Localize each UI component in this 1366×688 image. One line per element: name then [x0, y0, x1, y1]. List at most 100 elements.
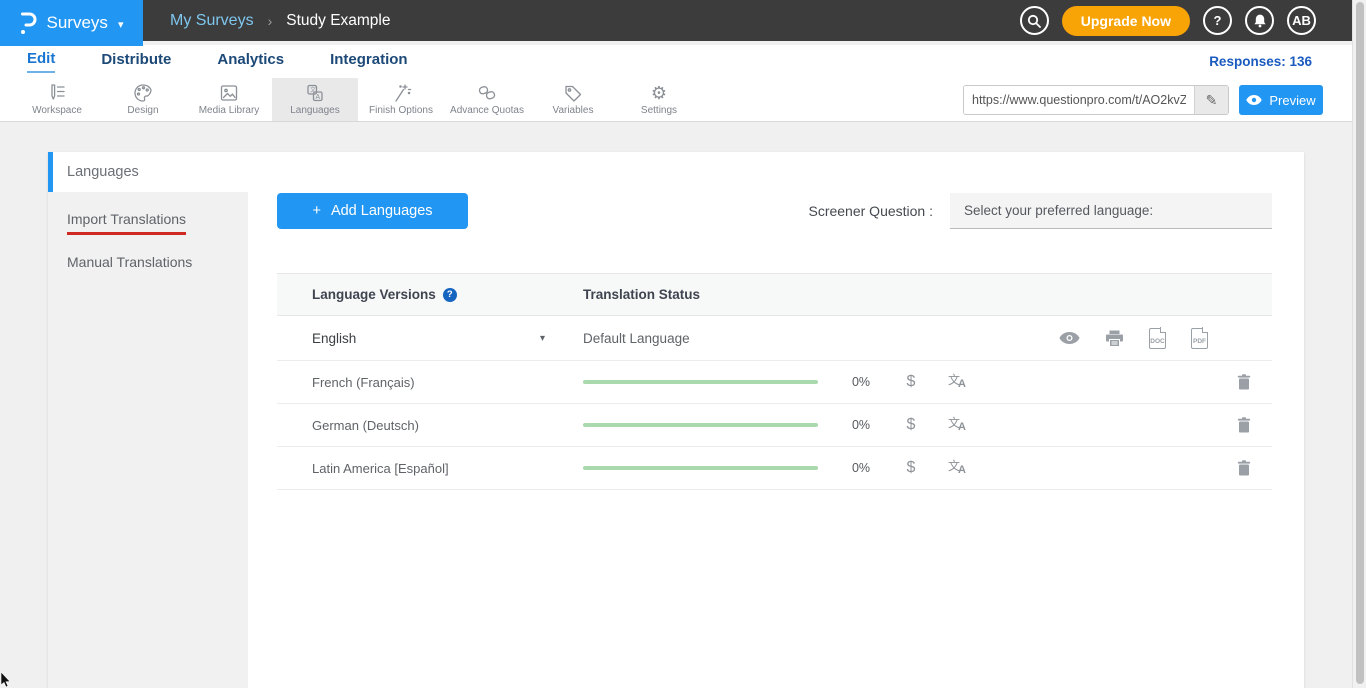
doc-file-icon: DOC	[1149, 328, 1166, 349]
language-name: French (Français)	[277, 375, 583, 390]
toolbar-item-workspace[interactable]: Workspace	[14, 78, 100, 121]
pencil-icon: ✎	[1206, 92, 1218, 108]
pdf-file-icon: PDF	[1191, 328, 1208, 349]
paid-translation-button[interactable]: $	[889, 373, 933, 391]
app-header: My Surveys › Study Example Upgrade Now ?…	[0, 0, 1352, 41]
tab-distribute[interactable]: Distribute	[101, 51, 171, 72]
table-header: Language Versions ? Translation Status	[277, 273, 1272, 316]
search-icon	[1027, 14, 1041, 28]
tab-analytics[interactable]: Analytics	[217, 51, 284, 72]
breadcrumb-separator-icon: ›	[268, 13, 273, 29]
delete-language-button[interactable]	[1237, 417, 1251, 433]
language-name: German (Deutsch)	[277, 418, 583, 433]
image-icon	[218, 83, 240, 103]
table-row-language: German (Deutsch) 0% $ 文A	[277, 404, 1272, 447]
delete-language-button[interactable]	[1237, 374, 1251, 390]
translation-progress-bar	[583, 466, 818, 470]
eye-icon	[1059, 332, 1080, 344]
auto-translate-button[interactable]: 文A	[933, 374, 981, 390]
palette-icon	[132, 83, 154, 103]
breadcrumb-my-surveys[interactable]: My Surveys	[170, 12, 254, 30]
tab-edit[interactable]: Edit	[27, 50, 55, 73]
scrollbar-thumb[interactable]	[1356, 2, 1364, 684]
mouse-cursor	[1, 672, 12, 688]
languages-sidebar: Languages Import Translations Manual Tra…	[48, 152, 248, 688]
edit-url-button[interactable]: ✎	[1194, 86, 1228, 114]
product-label: Surveys	[47, 13, 108, 33]
auto-translate-button[interactable]: 文A	[933, 417, 981, 433]
language-name: Latin America [Español]	[277, 461, 583, 476]
survey-url-group: ✎	[963, 85, 1229, 115]
sidebar-item-manual-translations[interactable]: Manual Translations	[48, 235, 248, 275]
languages-panel: Languages Import Translations Manual Tra…	[48, 152, 1304, 688]
languages-main: + Add Languages Screener Question : Sele…	[248, 152, 1304, 688]
bell-icon	[1253, 13, 1267, 28]
toolbar-item-settings[interactable]: ⚙ Settings	[616, 78, 702, 121]
translation-percent: 0%	[833, 375, 889, 389]
preview-button[interactable]: Preview	[1239, 85, 1323, 115]
auto-translate-button[interactable]: 文A	[933, 460, 981, 476]
tag-icon	[562, 83, 584, 103]
table-row-default-language: English ▾ Default Language DOC PDF	[277, 316, 1272, 361]
printer-icon	[1105, 330, 1124, 347]
svg-text:A: A	[316, 94, 321, 101]
search-button[interactable]	[1020, 6, 1049, 35]
breadcrumb: My Surveys › Study Example	[170, 12, 391, 30]
breadcrumb-survey-name: Study Example	[286, 12, 390, 30]
question-mark-icon: ?	[1214, 13, 1222, 28]
print-button[interactable]	[1105, 330, 1124, 347]
svg-text:文: 文	[310, 86, 316, 94]
product-switcher[interactable]: Surveys ▾	[0, 0, 143, 46]
upgrade-now-button[interactable]: Upgrade Now	[1062, 6, 1190, 36]
edit-toolbar: Workspace Design Media Library 文A Langua…	[0, 78, 1352, 122]
default-language-status: Default Language	[583, 331, 1059, 346]
translation-progress-bar	[583, 423, 818, 427]
paid-translation-button[interactable]: $	[889, 416, 933, 434]
tab-integration[interactable]: Integration	[330, 51, 408, 72]
toolbar-item-finish-options[interactable]: Finish Options	[358, 78, 444, 121]
column-translation-status: Translation Status	[583, 287, 1272, 302]
language-versions-table: Language Versions ? Translation Status E…	[277, 273, 1272, 490]
trash-icon	[1237, 374, 1251, 390]
translate-icon: 文A	[304, 83, 326, 103]
translation-percent: 0%	[833, 461, 889, 475]
trash-icon	[1237, 417, 1251, 433]
view-survey-button[interactable]	[1059, 332, 1080, 344]
toolbar-item-variables[interactable]: Variables	[530, 78, 616, 121]
paid-translation-button[interactable]: $	[889, 459, 933, 477]
survey-tab-bar: Edit Distribute Analytics Integration Re…	[0, 45, 1352, 78]
export-pdf-button[interactable]: PDF	[1191, 328, 1208, 349]
screener-question-select[interactable]: Select your preferred language:	[950, 193, 1272, 229]
toolbar-item-languages[interactable]: 文A Languages	[272, 78, 358, 121]
toolbar-item-design[interactable]: Design	[100, 78, 186, 121]
toolbar-item-media-library[interactable]: Media Library	[186, 78, 272, 121]
screener-question-label: Screener Question :	[808, 203, 933, 219]
translation-percent: 0%	[833, 418, 889, 432]
delete-language-button[interactable]	[1237, 460, 1251, 476]
vertical-scrollbar[interactable]	[1352, 0, 1366, 688]
workspace-icon	[46, 83, 68, 103]
plus-icon: +	[312, 203, 320, 219]
gear-icon: ⚙	[651, 83, 667, 103]
chevron-down-icon: ▾	[118, 18, 124, 31]
toolbar-item-advance-quotas[interactable]: Advance Quotas	[444, 78, 530, 121]
questionpro-logo-icon	[20, 11, 37, 35]
avatar[interactable]: AB	[1287, 6, 1316, 35]
export-doc-button[interactable]: DOC	[1149, 328, 1166, 349]
responses-count[interactable]: Responses: 136	[1209, 54, 1312, 69]
translation-progress-bar	[583, 380, 818, 384]
help-icon[interactable]: ?	[443, 288, 457, 302]
sidebar-item-import-translations[interactable]: Import Translations	[48, 192, 248, 235]
column-language-versions: Language Versions ?	[277, 287, 583, 302]
magic-wand-icon	[390, 83, 412, 103]
chain-links-icon	[476, 83, 498, 103]
eye-icon	[1246, 95, 1262, 105]
survey-url-input[interactable]	[964, 86, 1194, 114]
default-language-dropdown[interactable]: English ▾	[277, 331, 583, 346]
table-row-language: French (Français) 0% $ 文A	[277, 361, 1272, 404]
notifications-button[interactable]	[1245, 6, 1274, 35]
add-languages-button[interactable]: + Add Languages	[277, 193, 468, 229]
trash-icon	[1237, 460, 1251, 476]
help-button[interactable]: ?	[1203, 6, 1232, 35]
sidebar-item-languages[interactable]: Languages	[48, 152, 248, 192]
